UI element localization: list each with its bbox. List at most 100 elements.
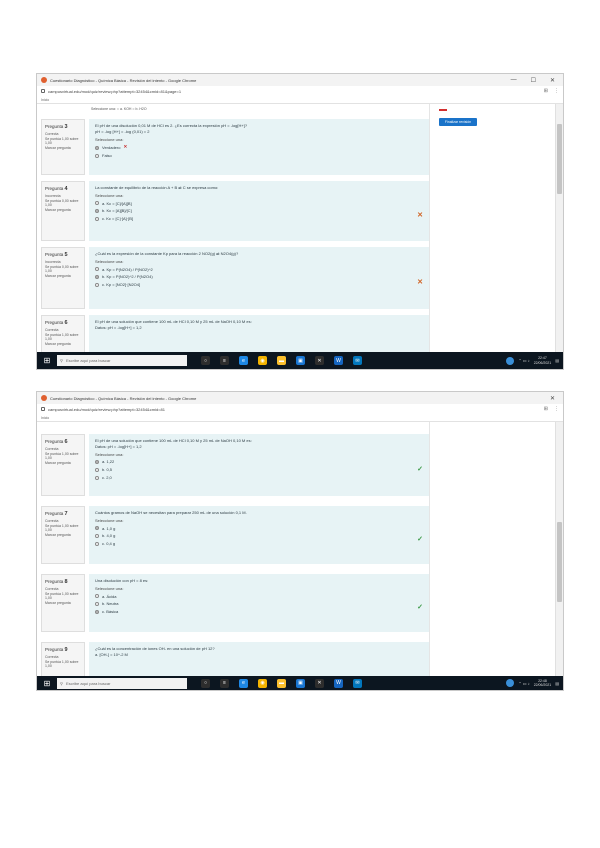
task-view-icon[interactable]: ○ bbox=[201, 678, 210, 688]
radio-icon[interactable] bbox=[95, 534, 99, 539]
quiz-navigation-panel bbox=[429, 104, 547, 352]
flag-question-link[interactable]: Marcar pregunta bbox=[45, 533, 81, 538]
radio-icon[interactable] bbox=[95, 275, 99, 280]
answer-option[interactable]: a. Kp = P(N2O4) / P(NO2)^2 bbox=[95, 267, 423, 273]
flag-question-link[interactable]: Marcar pregunta bbox=[45, 274, 81, 279]
option-label: c. 2,0 bbox=[102, 474, 112, 480]
taskbar-search[interactable]: ⚲ Escribe aquí para buscar bbox=[57, 677, 187, 689]
radio-icon[interactable] bbox=[95, 209, 99, 214]
scrollbar-thumb[interactable] bbox=[557, 124, 562, 194]
tray-icons[interactable]: ⌃ ▭ ♪ bbox=[518, 681, 529, 686]
radio-icon[interactable] bbox=[95, 468, 99, 473]
store-icon[interactable]: ▣ bbox=[296, 356, 305, 365]
close-button[interactable]: ✕ bbox=[550, 395, 555, 402]
flag-question-link[interactable]: Marcar pregunta bbox=[45, 146, 81, 151]
network-icon[interactable] bbox=[506, 679, 515, 687]
windows-start-icon[interactable]: ⊞ bbox=[41, 356, 53, 365]
widgets-icon[interactable]: ≡ bbox=[220, 356, 229, 365]
edge-icon[interactable]: e bbox=[239, 678, 248, 688]
answer-option[interactable]: Verdadero ✕ bbox=[95, 144, 423, 151]
scrollbar[interactable] bbox=[555, 104, 563, 352]
chrome-icon[interactable]: ◉ bbox=[258, 678, 267, 688]
answer-option[interactable]: a. 1,0 g bbox=[95, 526, 423, 532]
question-formula: Datos: pH = -log[H+] = 1,2 bbox=[95, 443, 142, 449]
maximize-button[interactable]: ☐ bbox=[531, 77, 536, 84]
edge-icon[interactable]: e bbox=[239, 356, 248, 365]
radio-icon[interactable] bbox=[95, 267, 99, 272]
radio-icon[interactable] bbox=[95, 145, 99, 150]
answer-option[interactable]: c. 0,4 g bbox=[95, 541, 423, 547]
scrollbar[interactable] bbox=[555, 422, 563, 676]
answer-option[interactable]: a. 1,22 bbox=[95, 459, 423, 465]
question-number: Pregunta 6 bbox=[45, 439, 68, 445]
url-text[interactable]: campusvirtual.edu/mod/quiz/review.php?at… bbox=[48, 89, 544, 94]
radio-icon[interactable] bbox=[95, 610, 99, 615]
address-bar[interactable]: campusvirtual.edu/mod/quiz/review.php?at… bbox=[37, 404, 563, 414]
radio-icon[interactable] bbox=[95, 475, 99, 480]
mail-icon[interactable]: ✉ bbox=[353, 356, 362, 365]
radio-icon[interactable] bbox=[95, 217, 99, 222]
minimize-button[interactable]: — bbox=[511, 77, 517, 84]
radio-icon[interactable] bbox=[95, 283, 99, 288]
word-icon[interactable]: W bbox=[334, 678, 343, 688]
radio-icon[interactable] bbox=[95, 201, 99, 206]
clock[interactable]: 22:48 22/06/2021 bbox=[534, 679, 552, 687]
answer-option[interactable]: c. 2,0 bbox=[95, 475, 423, 481]
bookmark-home[interactable]: Inicio bbox=[41, 98, 49, 102]
word-icon[interactable]: W bbox=[334, 356, 343, 365]
radio-icon[interactable] bbox=[95, 594, 99, 599]
flag-question-link[interactable]: Marcar pregunta bbox=[45, 208, 81, 213]
answer-option[interactable]: c. Kp = [NO2]·[N2O4] bbox=[95, 282, 423, 288]
taskbar-search[interactable]: ⚲ Escribe aquí para buscar bbox=[57, 355, 187, 366]
widgets-icon[interactable]: ≡ bbox=[220, 678, 229, 688]
answer-option[interactable]: b. Kp = P(NO2)^2 / P(N2O4) bbox=[95, 274, 423, 280]
address-bar[interactable]: campusvirtual.edu/mod/quiz/review.php?at… bbox=[37, 86, 563, 96]
network-icon[interactable] bbox=[506, 356, 515, 365]
clock[interactable]: 22:47 22/06/2021 bbox=[534, 356, 552, 364]
finish-review-button[interactable]: Finalizar revisión bbox=[439, 118, 477, 126]
question-block: Pregunta 5 Incorrecta Se puntúa 0,00 sob… bbox=[41, 247, 429, 309]
option-label: Falso bbox=[102, 152, 112, 158]
task-view-icon[interactable]: ○ bbox=[201, 356, 210, 365]
store-icon[interactable]: ▣ bbox=[296, 678, 305, 688]
flag-question-link[interactable]: Marcar pregunta bbox=[45, 601, 81, 606]
answer-option[interactable]: a. Ácida bbox=[95, 594, 423, 600]
windows-start-icon[interactable]: ⊞ bbox=[41, 679, 53, 688]
extensions-icon[interactable]: ⊞ bbox=[544, 88, 548, 94]
answer-option[interactable]: c. Kc = [C]·[A]·[B] bbox=[95, 216, 423, 222]
radio-icon[interactable] bbox=[95, 602, 99, 607]
flag-question-link[interactable]: Marcar pregunta bbox=[45, 342, 81, 347]
answer-option[interactable]: b. Neutra bbox=[95, 601, 423, 607]
menu-icon[interactable]: ⋮ bbox=[554, 88, 559, 94]
radio-icon[interactable] bbox=[95, 153, 99, 158]
question-score: Se puntúa 0,00 sobre 1,00 bbox=[45, 198, 79, 208]
tray-icons[interactable]: ⌃ ▭ ♪ bbox=[518, 358, 529, 363]
file-explorer-icon[interactable]: ▬ bbox=[277, 678, 286, 688]
radio-icon[interactable] bbox=[95, 460, 99, 465]
answer-option[interactable]: b. Kc = [A][B]/[C] bbox=[95, 208, 423, 214]
mail-icon[interactable]: ✉ bbox=[353, 678, 362, 688]
answer-option[interactable]: b. 0,5 bbox=[95, 467, 423, 473]
question-block: Pregunta 3 Correcta Se puntúa 1,00 sobre… bbox=[41, 119, 429, 175]
extensions-icon[interactable]: ⊞ bbox=[544, 406, 548, 412]
scrollbar-thumb[interactable] bbox=[557, 522, 562, 602]
notifications-icon[interactable]: ▤ bbox=[555, 681, 559, 686]
option-label: b. Kc = [A][B]/[C] bbox=[102, 208, 132, 214]
notifications-icon[interactable]: ▤ bbox=[555, 358, 559, 363]
close-button[interactable]: ✕ bbox=[550, 77, 555, 84]
answer-option[interactable]: c. Básica bbox=[95, 609, 423, 615]
radio-icon[interactable] bbox=[95, 542, 99, 547]
pin-icon[interactable]: ✕ bbox=[315, 356, 324, 365]
answer-option[interactable]: b. 4,0 g bbox=[95, 533, 423, 539]
url-text[interactable]: campusvirtual.edu/mod/quiz/review.php?at… bbox=[48, 407, 544, 412]
menu-icon[interactable]: ⋮ bbox=[554, 406, 559, 412]
answer-option[interactable]: Falso bbox=[95, 153, 423, 159]
bookmark-home[interactable]: Inicio bbox=[41, 416, 49, 420]
radio-icon[interactable] bbox=[95, 526, 99, 531]
file-explorer-icon[interactable]: ▬ bbox=[277, 356, 286, 365]
chrome-icon[interactable]: ◉ bbox=[258, 356, 267, 365]
pin-icon[interactable]: ✕ bbox=[315, 678, 324, 688]
flag-question-link[interactable]: Marcar pregunta bbox=[45, 461, 81, 466]
answer-option[interactable]: a. Kc = [C]/[A][B] bbox=[95, 201, 423, 207]
title-bar: Cuestionario Diagnóstico - Química Básic… bbox=[37, 392, 563, 404]
